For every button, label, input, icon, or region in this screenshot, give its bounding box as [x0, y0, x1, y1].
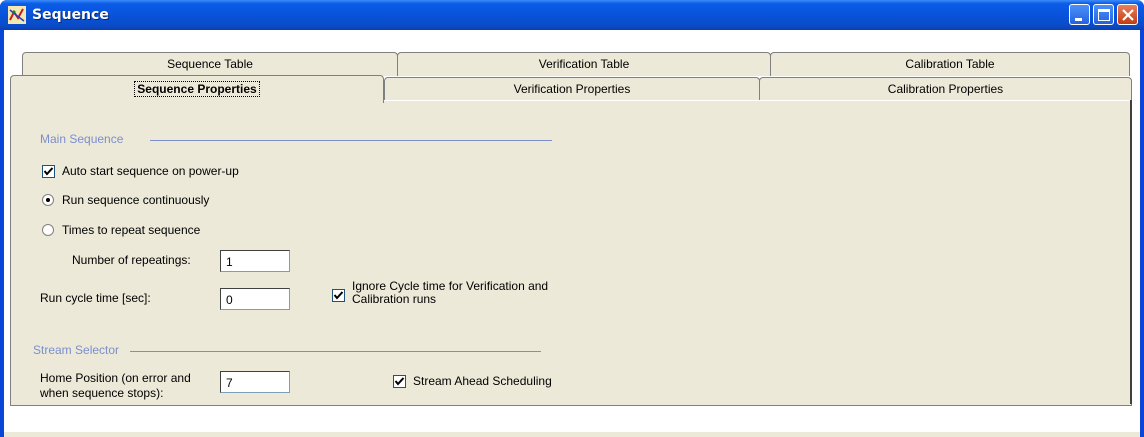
tab-verification-table[interactable]: Verification Table [397, 52, 771, 76]
tab-label: Sequence Table [167, 57, 253, 71]
home-position-input[interactable]: 7 [220, 371, 290, 393]
times-to-repeat-label[interactable]: Times to repeat sequence [62, 223, 200, 237]
auto-start-checkbox[interactable] [42, 165, 55, 178]
stream-ahead-checkbox[interactable] [393, 375, 406, 388]
tab-calibration-table[interactable]: Calibration Table [770, 52, 1130, 76]
home-position-label-line1: Home Position (on error and [40, 371, 191, 385]
run-continuously-radio[interactable] [42, 194, 54, 206]
ignore-cycle-time-label[interactable]: Ignore Cycle time for Verification and C… [352, 280, 548, 306]
maximize-icon [1098, 9, 1110, 21]
run-continuously-label[interactable]: Run sequence continuously [62, 193, 209, 207]
checkmark-icon [394, 377, 405, 386]
times-to-repeat-radio[interactable] [42, 224, 54, 236]
close-button[interactable] [1117, 4, 1138, 25]
app-icon [8, 6, 26, 24]
minimize-button[interactable] [1069, 4, 1090, 25]
tab-calibration-properties[interactable]: Calibration Properties [759, 77, 1132, 101]
close-icon [1122, 9, 1134, 21]
tab-label: Sequence Properties [134, 81, 260, 97]
stream-selector-heading: Stream Selector [33, 343, 120, 357]
maximize-button[interactable] [1093, 4, 1114, 25]
checkmark-icon [43, 167, 54, 176]
home-position-label-line2: when sequence stops): [40, 386, 164, 400]
ignore-cycle-time-checkbox[interactable] [332, 289, 345, 302]
run-cycle-time-label: Run cycle time [sec]: [40, 291, 151, 305]
number-of-repeatings-label: Number of repeatings: [72, 253, 191, 267]
tab-label: Verification Table [538, 57, 630, 71]
home-position-label: Home Position (on error and when sequenc… [40, 371, 191, 401]
panel-shadow [1130, 100, 1132, 404]
tab-sequence-properties[interactable]: Sequence Properties [10, 75, 384, 103]
stream-selector-divider [130, 351, 541, 352]
number-of-repeatings-input[interactable]: 1 [220, 250, 290, 272]
title-bar[interactable]: Sequence [0, 0, 1144, 30]
tab-label: Calibration Table [905, 57, 995, 71]
tab-label: Verification Properties [513, 82, 631, 96]
minimize-icon [1075, 18, 1082, 21]
tab-label: Calibration Properties [887, 82, 1004, 96]
ignore-cycle-time-label-line2: Calibration runs [352, 292, 437, 306]
tab-verification-properties[interactable]: Verification Properties [384, 77, 760, 101]
checkmark-icon [333, 291, 344, 300]
window-title: Sequence [32, 7, 109, 23]
window-bottom-edge [4, 432, 1140, 437]
stream-ahead-label[interactable]: Stream Ahead Scheduling [413, 374, 552, 388]
main-sequence-divider [150, 140, 552, 141]
auto-start-label[interactable]: Auto start sequence on power-up [62, 164, 239, 178]
run-cycle-time-input[interactable]: 0 [220, 288, 290, 310]
tab-sequence-table[interactable]: Sequence Table [22, 52, 398, 76]
main-sequence-heading: Main Sequence [40, 132, 124, 146]
